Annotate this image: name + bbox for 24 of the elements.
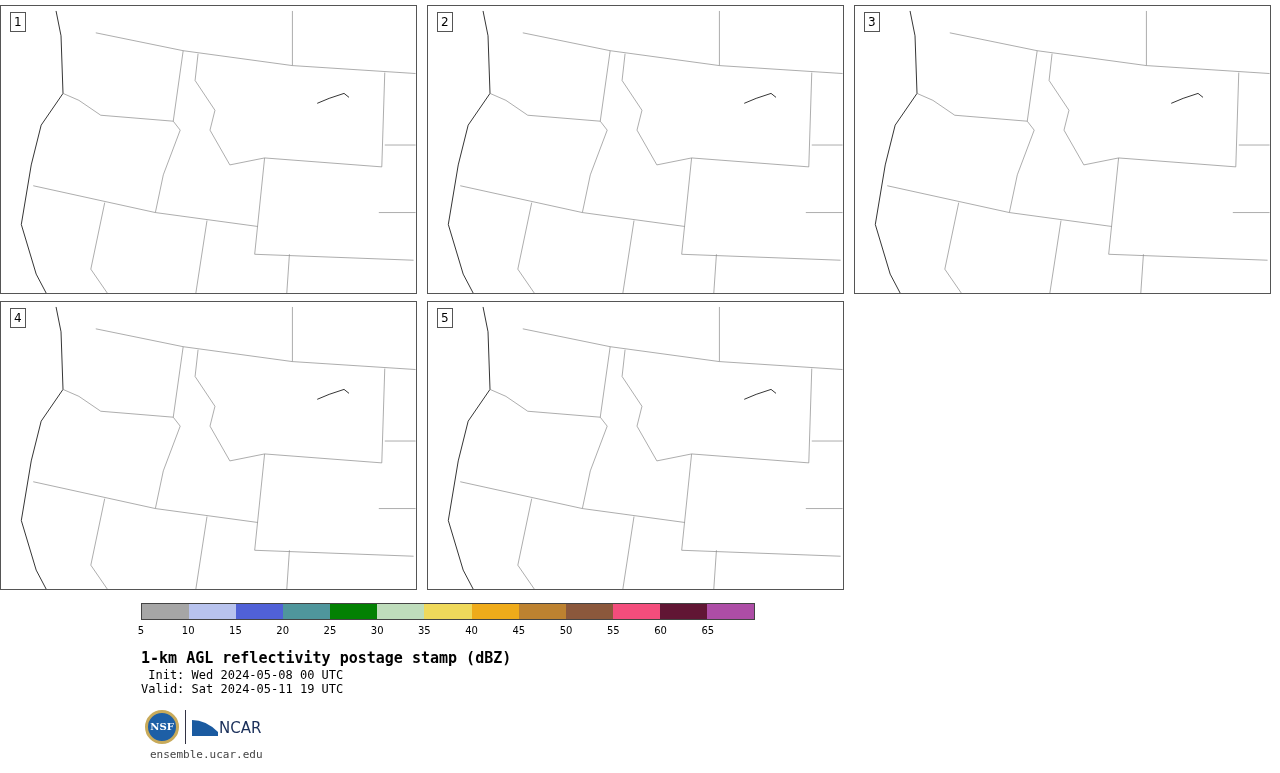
ncar-logo: NCAR: [192, 718, 262, 736]
tick-label: 35: [418, 625, 431, 637]
tick-label: 20: [276, 625, 290, 637]
tick-label: 65: [701, 625, 715, 637]
tick-label: 5: [137, 625, 145, 637]
tick-label: 30: [370, 625, 384, 637]
valid-time: Valid: Sat 2024-05-11 19 UTC: [141, 682, 345, 696]
tick-label: 25: [323, 625, 337, 637]
tick-label: 10: [181, 625, 195, 637]
tick-label: 60: [654, 625, 667, 637]
nsf-logo: NSF: [145, 710, 179, 744]
panel-number: 5: [437, 308, 453, 328]
chart-title: 1-km AGL reflectivity postage stamp (dBZ): [141, 648, 513, 668]
tick-label: 45: [512, 625, 526, 637]
panel-number: 1: [10, 12, 26, 32]
tick-label: 15: [229, 625, 242, 637]
tick-label: 50: [559, 625, 573, 637]
tick-label: 55: [606, 625, 620, 637]
init-time: Init: Wed 2024-05-08 00 UTC: [147, 668, 345, 682]
website-url: ensemble.ucar.edu: [150, 748, 264, 762]
panel-number: 4: [10, 308, 26, 328]
panel-number: 3: [864, 12, 880, 32]
panel-number: 2: [437, 12, 453, 32]
tick-label: 40: [465, 625, 478, 637]
